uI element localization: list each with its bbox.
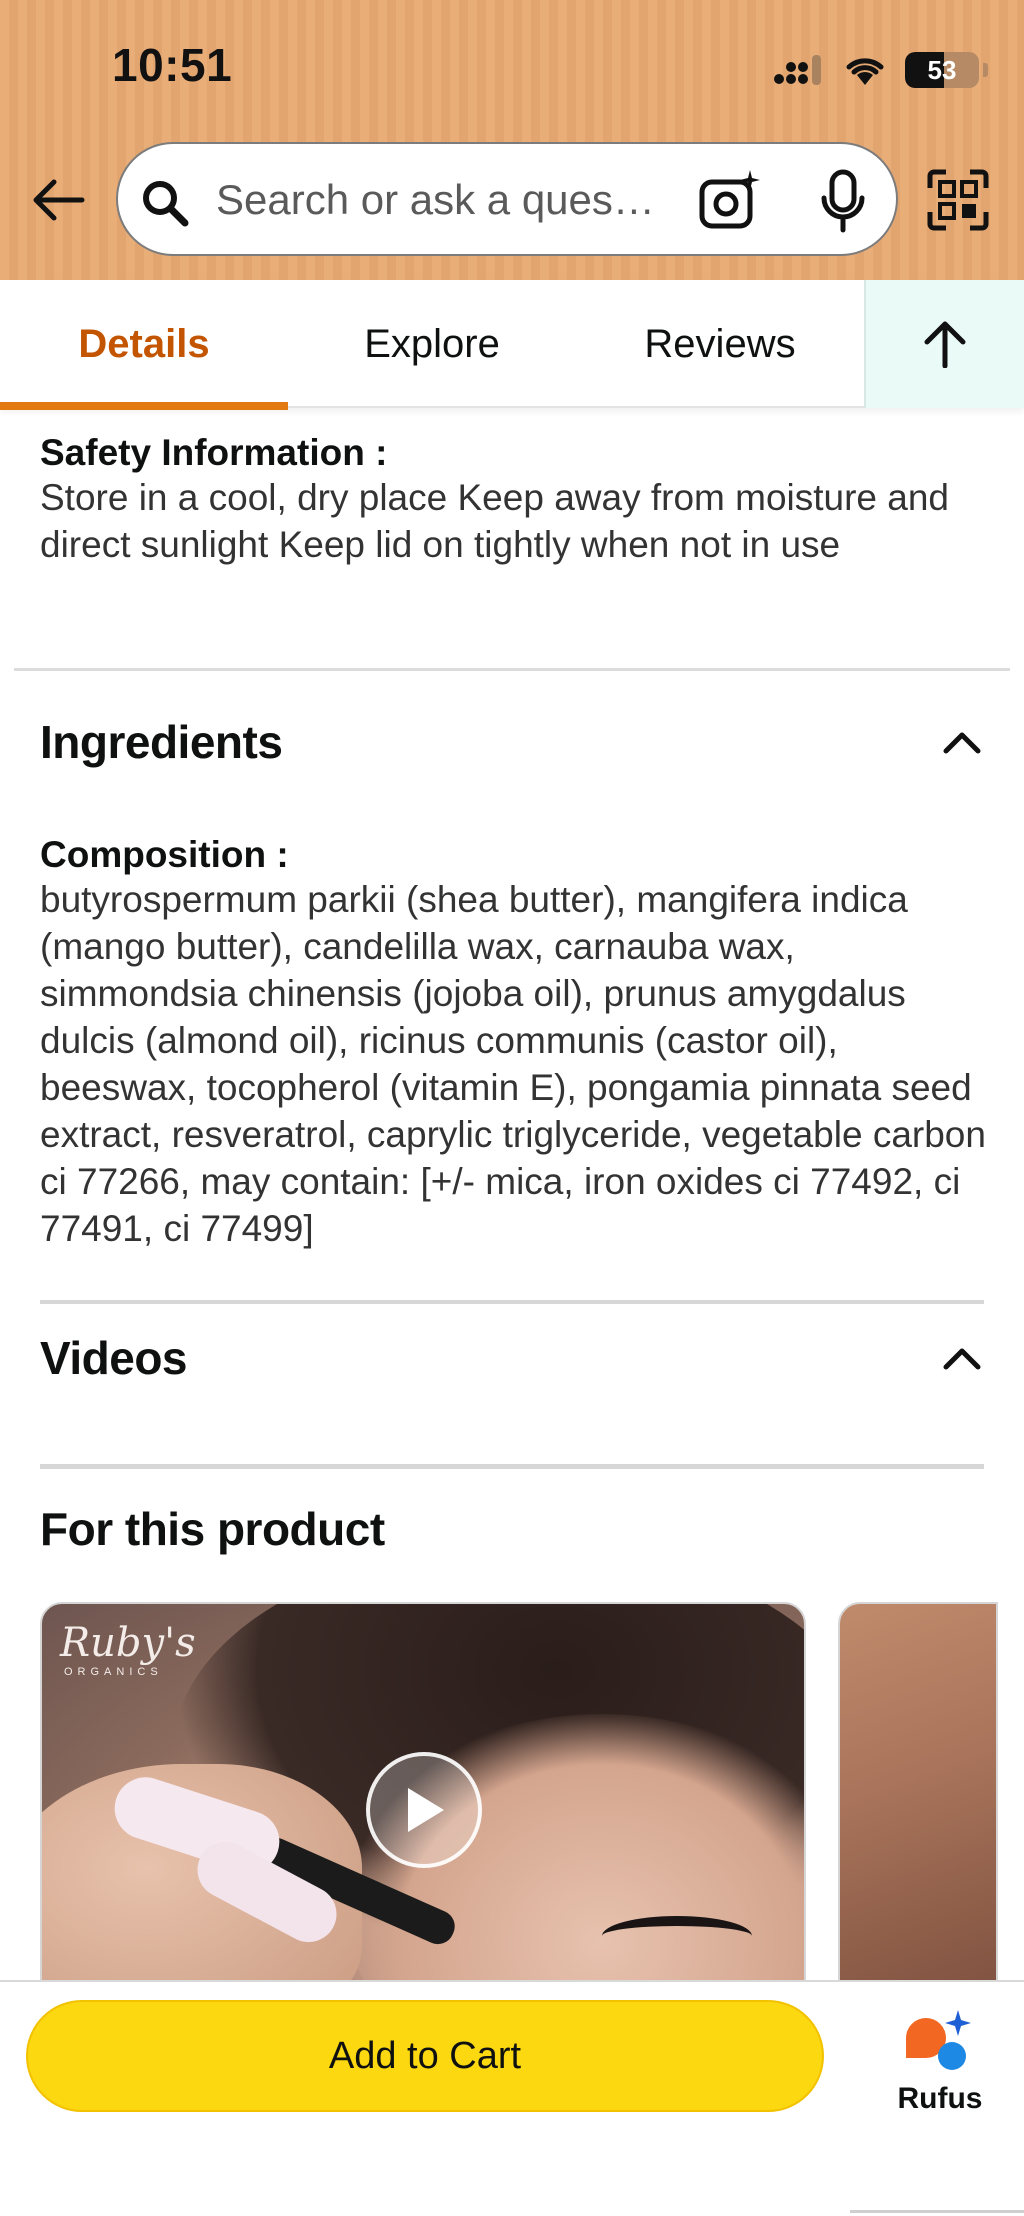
safety-label: Safety Information : [40, 432, 388, 473]
ingredients-title: Ingredients [40, 716, 283, 768]
video-frame-eye [602, 1916, 752, 1956]
divider [40, 1464, 984, 1469]
ingredients-collapse-toggle[interactable] [940, 720, 984, 764]
divider [14, 668, 1010, 671]
safety-text: Store in a cool, dry place Keep away fro… [40, 477, 950, 565]
for-this-product-heading: For this product [40, 1503, 385, 1555]
video-thumbnail[interactable]: Ruby's ORGANICS [40, 1602, 806, 2002]
camera-search-button[interactable] [698, 168, 764, 234]
play-icon [408, 1788, 444, 1832]
qr-scan-icon [927, 169, 989, 231]
composition-text: butyrospermum parkii (shea butter), mang… [40, 879, 986, 1249]
status-time: 10:51 [112, 39, 233, 91]
rufus-label: Rufus [897, 2082, 983, 2115]
product-tabs: Details Explore Reviews [0, 280, 1024, 410]
rufus-icon [906, 2010, 971, 2070]
composition: Composition : butyrospermum parkii (shea… [40, 834, 1000, 1252]
back-button[interactable] [28, 170, 88, 230]
battery-indicator: 53 [905, 52, 979, 88]
arrow-up-icon [924, 321, 966, 368]
camera-sparkle-icon [699, 170, 760, 229]
status-icons: 53 [773, 50, 988, 90]
search-bar[interactable] [116, 142, 898, 256]
mic-icon [821, 169, 865, 233]
divider [40, 1300, 984, 1304]
safety-information: Safety Information : Store in a cool, dr… [40, 432, 990, 568]
tab-details[interactable]: Details [0, 280, 288, 410]
brand-logo: Ruby's [60, 1620, 196, 1666]
voice-search-button[interactable] [816, 168, 870, 234]
videos-title: Videos [40, 1332, 188, 1384]
videos-collapse-toggle[interactable] [940, 1336, 984, 1380]
top-header: 10:51 53 [0, 0, 1024, 280]
video-thumbnail-next[interactable] [838, 1602, 998, 2002]
rufus-button[interactable]: Rufus [880, 2006, 1000, 2126]
composition-label: Composition : [40, 834, 289, 875]
wifi-icon [846, 58, 884, 85]
battery-level: 53 [927, 55, 957, 85]
back-arrow-icon [33, 179, 85, 221]
tab-reviews[interactable]: Reviews [576, 280, 864, 408]
play-button[interactable] [366, 1752, 482, 1868]
search-icon [143, 181, 189, 227]
signal-icon [774, 55, 821, 85]
chevron-up-icon [943, 1348, 981, 1370]
add-to-cart-button[interactable]: Add to Cart [26, 2000, 824, 2112]
videos-header[interactable]: Videos [40, 1318, 984, 1398]
home-indicator [850, 2210, 1024, 2213]
battery-nub [983, 63, 988, 77]
search-input[interactable] [216, 170, 776, 230]
qr-scan-button[interactable] [926, 168, 990, 232]
ingredients-header[interactable]: Ingredients [40, 702, 984, 782]
brand-sub: ORGANICS [64, 1666, 163, 1678]
scroll-to-top-button[interactable] [864, 280, 1024, 408]
bottom-action-bar: Add to Cart Rufus [0, 1980, 1024, 2216]
tab-explore[interactable]: Explore [288, 280, 576, 408]
chevron-up-icon [943, 732, 981, 754]
